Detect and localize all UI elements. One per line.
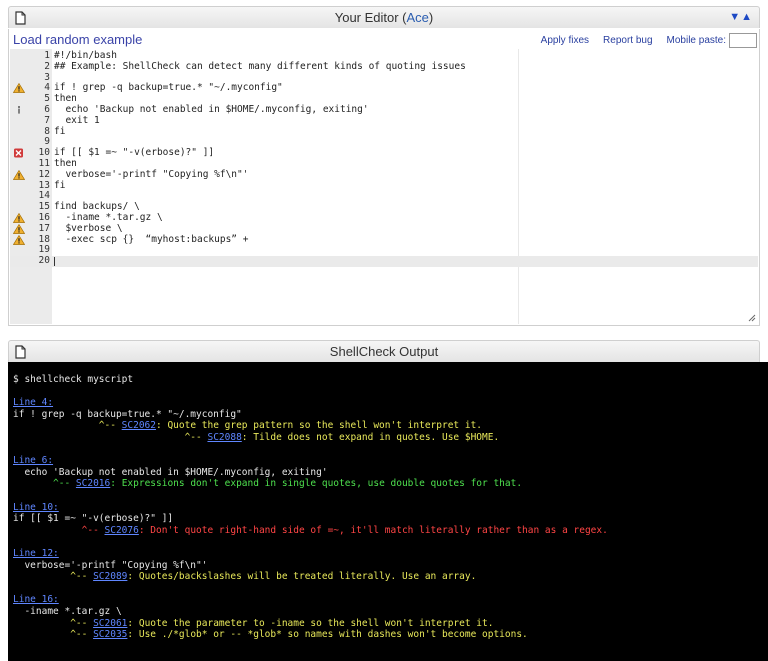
output-message: ^-- SC2076: Don't quote right-hand side …: [13, 525, 608, 537]
output-header: ShellCheck Output: [8, 340, 760, 362]
line-link[interactable]: Line 6:: [13, 455, 53, 466]
message-text: : Don't quote right-hand side of =~, it'…: [138, 524, 608, 536]
editor-toolbar: Load random example Apply fixes Report b…: [9, 29, 759, 49]
message-prefix: ^--: [13, 478, 76, 490]
output-code-line: if ! grep -q backup=true.* "~/.myconfig": [13, 408, 242, 420]
code-text[interactable]: if [[ $1 =~ "-v(erbose)?" ]]: [54, 147, 214, 159]
sc-code-link[interactable]: SC2062: [122, 420, 156, 431]
output-line-link-row: Line 10:: [13, 502, 59, 514]
resize-grip-icon[interactable]: [748, 314, 756, 322]
sc-code-link[interactable]: SC2061: [93, 618, 127, 629]
line-link[interactable]: Line 12:: [13, 548, 59, 559]
message-prefix: ^--: [13, 617, 94, 629]
line-number: 17: [38, 222, 50, 234]
output-code-line: echo 'Backup not enabled in $HOME/.mycon…: [13, 466, 328, 478]
code-line[interactable]: 17 $verbose \: [10, 222, 758, 235]
output-message: ^-- SC2061: Quote the parameter to -inam…: [13, 618, 493, 630]
output-message: ^-- SC2016: Expressions don't expand in …: [13, 478, 522, 490]
code-line[interactable]: 12 verbose='-printf "Copying %f\n"': [10, 168, 758, 181]
code-text[interactable]: exit 1: [54, 115, 99, 127]
shellcheck-output: $ shellcheck myscript Line 4: if ! grep -…: [8, 362, 768, 661]
code-text[interactable]: $verbose \: [54, 223, 122, 235]
message-text: : Quote the grep pattern so the shell wo…: [156, 420, 483, 432]
code-line[interactable]: 18 -exec scp {} “myhost:backups” +: [10, 234, 758, 246]
sc-code-link[interactable]: SC2088: [207, 432, 241, 443]
sc-code-link[interactable]: SC2035: [93, 629, 127, 640]
code-text[interactable]: fi: [54, 180, 65, 192]
load-random-example-link[interactable]: Load random example: [13, 32, 142, 47]
editor-title: Your Editor (Ace): [9, 10, 759, 25]
code-line[interactable]: 2 ## Example: ShellCheck can detect many …: [10, 60, 758, 73]
code-text[interactable]: fi: [54, 126, 65, 138]
code-text[interactable]: echo 'Backup not enabled in $HOME/.mycon…: [54, 104, 368, 116]
text-cursor: [54, 257, 55, 267]
line-link[interactable]: Line 16:: [13, 594, 59, 605]
apply-fixes-link[interactable]: Apply fixes: [541, 35, 589, 46]
output-code-line: -iname *.tar.gz \: [13, 606, 122, 617]
message-prefix: ^--: [13, 524, 105, 536]
code-text[interactable]: if ! grep -q backup=true.* "~/.myconfig": [54, 83, 283, 94]
output-message: ^-- SC2088: Tilde does not expand in quo…: [13, 432, 500, 444]
code-editor[interactable]: 1 #!/bin/bash 2 ## Example: ShellCheck can …: [10, 49, 758, 324]
code-line[interactable]: 6 echo 'Backup not enabled in $HOME/.myc…: [10, 104, 758, 116]
mobile-paste-input[interactable]: [729, 33, 757, 48]
output-message: ^-- SC2062: Quote the grep pattern so th…: [13, 420, 482, 432]
code-line[interactable]: 19: [10, 245, 758, 256]
output-line-link-row: Line 16:: [13, 594, 59, 606]
code-line[interactable]: 7 exit 1: [10, 114, 758, 127]
code-line[interactable]: 20: [10, 255, 758, 267]
command-line: $ shellcheck myscript: [13, 374, 134, 385]
line-link[interactable]: Line 4:: [13, 397, 53, 408]
code-line[interactable]: 4 if ! grep -q backup=true.* "~/.myconfig…: [10, 83, 758, 94]
sc-code-link[interactable]: SC2016: [76, 478, 110, 489]
line-link[interactable]: Line 10:: [13, 502, 59, 513]
message-text: : Use ./*glob* or -- *glob* so names wit…: [127, 629, 528, 641]
mobile-paste-label: Mobile paste:: [666, 35, 726, 46]
line-number: 12: [38, 168, 50, 180]
code-line[interactable]: 8 fi: [10, 126, 758, 138]
sc-code-link[interactable]: SC2089: [93, 571, 127, 582]
code-line[interactable]: 10 if [[ $1 =~ "-v(erbose)?" ]]: [10, 147, 758, 159]
output-message: ^-- SC2089: Quotes/backslashes will be t…: [13, 571, 476, 583]
line-number: 20: [38, 255, 50, 267]
message-text: : Quotes/backslashes will be treated lit…: [127, 571, 477, 583]
tool-links: Apply fixes Report bug Mobile paste:: [527, 33, 757, 48]
code-text[interactable]: -exec scp {} “myhost:backups” +: [54, 234, 248, 246]
message-prefix: ^--: [13, 571, 94, 583]
collapse-arrows-icon[interactable]: ▼▲: [729, 11, 753, 23]
message-text: : Tilde does not expand in quotes. Use $…: [241, 432, 500, 443]
sc-code-link[interactable]: SC2076: [105, 525, 139, 536]
editor-header: Your Editor (Ace) ▼▲: [8, 6, 760, 28]
code-line[interactable]: 13 fi: [10, 180, 758, 192]
ace-link[interactable]: Ace: [407, 10, 429, 25]
editor-title-prefix: Your Editor (: [334, 10, 407, 25]
output-code-line: if [[ $1 =~ "-v(erbose)?" ]]: [13, 513, 174, 525]
output-title: ShellCheck Output: [329, 344, 439, 359]
editor-panel: Load random example Apply fixes Report b…: [8, 29, 760, 326]
line-number: 7: [44, 114, 50, 126]
output-line-link-row: Line 6:: [13, 455, 53, 467]
report-bug-link[interactable]: Report bug: [603, 35, 652, 46]
code-text[interactable]: ## Example: ShellCheck can detect many d…: [54, 61, 466, 73]
output-line-link-row: Line 4:: [13, 397, 53, 409]
line-number: 2: [44, 60, 50, 72]
output-code-line: verbose='-printf "Copying %f\n"': [13, 559, 208, 571]
message-text: : Quote the parameter to -iname so the s…: [127, 617, 494, 629]
message-prefix: ^--: [13, 420, 122, 432]
message-prefix: ^--: [13, 432, 208, 443]
output-line-link-row: Line 12:: [13, 548, 59, 560]
message-text: : Expressions don't expand in single quo…: [110, 478, 523, 490]
output-message: ^-- SC2035: Use ./*glob* or -- *glob* so…: [13, 629, 528, 641]
code-text[interactable]: verbose='-printf "Copying %f\n"': [54, 169, 248, 181]
message-prefix: ^--: [13, 629, 94, 641]
editor-title-suffix: ): [428, 10, 434, 25]
